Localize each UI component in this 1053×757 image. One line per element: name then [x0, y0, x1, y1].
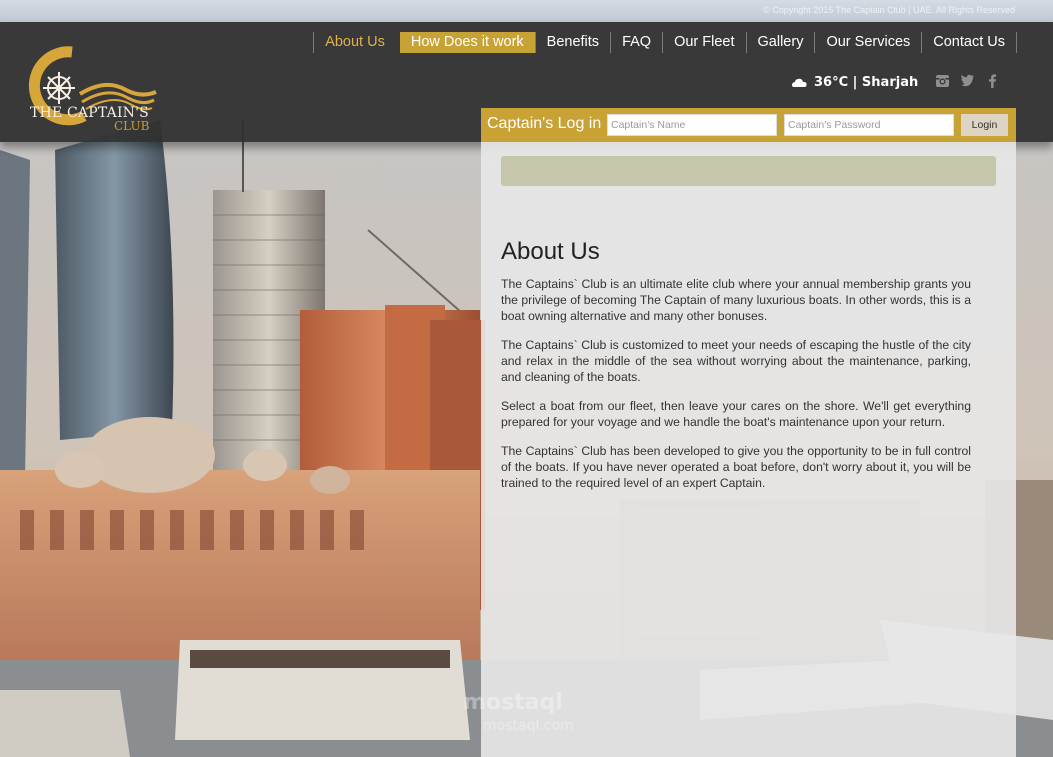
- captain-login-bar: Captain's Log in Login: [481, 108, 1016, 142]
- page-title: About Us: [501, 238, 600, 265]
- captains-club-logo[interactable]: [26, 42, 166, 154]
- watermark-line1: mostaql: [463, 690, 563, 715]
- facebook-icon[interactable]: [985, 73, 1000, 88]
- nav-our-fleet[interactable]: Our Fleet: [662, 32, 745, 53]
- content-panel: About Us The Captains` Club is an ultima…: [481, 142, 1016, 757]
- main-nav: About Us How Does it work Benefits FAQ O…: [313, 32, 1017, 53]
- nav-how-does-it-work[interactable]: How Does it work: [399, 32, 535, 53]
- captain-name-input[interactable]: [607, 114, 777, 136]
- copyright-text: © Copyright 2015 The Captain Club | UAE.…: [763, 5, 1015, 15]
- logo-subtitle: CLUB: [114, 119, 150, 133]
- nav-benefits[interactable]: Benefits: [534, 32, 610, 53]
- login-label: Captain's Log in: [487, 115, 602, 132]
- about-paragraph: The Captains` Club has been developed to…: [501, 444, 971, 490]
- social-links: [935, 73, 1000, 88]
- weather-widget: 36°C | Sharjah: [791, 73, 918, 91]
- nav-contact-us[interactable]: Contact Us: [921, 32, 1017, 53]
- watermark: mostaql mostaql.com: [463, 690, 593, 740]
- captain-password-input[interactable]: [784, 114, 954, 136]
- about-content: The Captains` Club is an ultimate elite …: [501, 276, 971, 504]
- nav-our-services[interactable]: Our Services: [814, 32, 921, 53]
- about-paragraph: The Captains` Club is customized to meet…: [501, 338, 971, 384]
- about-paragraph: The Captains` Club is an ultimate elite …: [501, 277, 971, 323]
- instagram-icon[interactable]: [935, 73, 950, 88]
- nav-about-us[interactable]: About Us: [313, 32, 396, 53]
- top-strip: © Copyright 2015 The Captain Club | UAE.…: [0, 0, 1053, 22]
- about-paragraph: Select a boat from our fleet, then leave…: [501, 399, 971, 429]
- nav-gallery[interactable]: Gallery: [745, 32, 815, 53]
- login-button[interactable]: Login: [961, 114, 1008, 136]
- message-box: [501, 156, 996, 186]
- weather-text: 36°C | Sharjah: [814, 74, 919, 90]
- watermark-line2: mostaql.com: [483, 718, 574, 734]
- nav-faq[interactable]: FAQ: [610, 32, 662, 53]
- twitter-icon[interactable]: [960, 73, 975, 88]
- cloud-icon: [792, 78, 807, 87]
